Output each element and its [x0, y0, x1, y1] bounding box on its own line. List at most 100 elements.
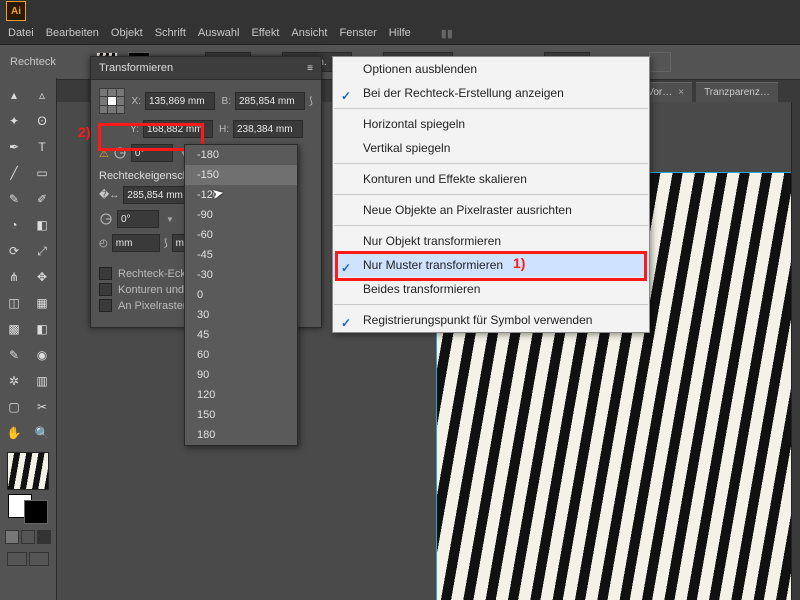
angle-option[interactable]: 30 — [185, 305, 297, 325]
corner-tl-icon: ◴ — [99, 238, 108, 249]
separator — [334, 163, 648, 164]
pen-tool[interactable]: ✒ — [1, 135, 27, 159]
angle-dropdown[interactable]: -180 -150 -120 -90 -60 -45 -30 0 30 45 6… — [184, 144, 298, 446]
angle-option[interactable]: 45 — [185, 325, 297, 345]
warning-icon: ⚠ — [99, 147, 109, 160]
angle-option[interactable]: -120 — [185, 185, 297, 205]
eyedropper-tool[interactable]: ✎ — [1, 343, 27, 367]
menu-file[interactable]: Datei — [8, 27, 34, 39]
angle-option[interactable]: 180 — [185, 425, 297, 445]
menu-effect[interactable]: Effekt — [251, 27, 279, 39]
color-mode-bar[interactable] — [4, 530, 52, 544]
screen-mode-bar[interactable] — [6, 552, 50, 566]
hand-tool[interactable]: ✋ — [1, 421, 27, 445]
ctx-item[interactable]: Bei der Rechteck-Erstellung anzeigen✓ — [333, 81, 649, 105]
rect-angle-field[interactable]: 0° — [117, 210, 159, 228]
type-tool[interactable]: T — [29, 135, 55, 159]
fill-preview[interactable] — [7, 452, 49, 490]
shape-builder-tool[interactable]: ◫ — [1, 291, 27, 315]
blend-tool[interactable]: ◉ — [29, 343, 55, 367]
menu-type[interactable]: Schrift — [155, 27, 186, 39]
rotate-tool[interactable]: ⟳ — [1, 239, 27, 263]
angle-option[interactable]: 60 — [185, 345, 297, 365]
w-field[interactable]: 285,854 mm — [235, 92, 305, 110]
y-field[interactable]: 168,882 mm — [143, 120, 213, 138]
shape-name: Rechteck — [10, 56, 56, 68]
link-icon[interactable]: ⟆ — [164, 238, 168, 249]
check-icon: ✓ — [341, 316, 351, 330]
selection-tool[interactable]: ▴ — [1, 83, 27, 107]
rectangle-tool[interactable]: ▭ — [29, 161, 55, 185]
menu-edit[interactable]: Bearbeiten — [46, 27, 99, 39]
artboard-tool[interactable]: ▢ — [1, 395, 27, 419]
angle-option[interactable]: -150 — [185, 165, 297, 185]
style-swatch[interactable] — [649, 52, 671, 72]
rect-width-icon: �↔ — [99, 190, 119, 201]
color-swap[interactable] — [8, 494, 48, 524]
menu-help[interactable]: Hilfe — [389, 27, 411, 39]
ctx-item[interactable]: Konturen und Effekte skalieren — [333, 167, 649, 191]
lasso-tool[interactable]: ʘ — [29, 109, 55, 133]
brush-tool[interactable]: ✎ — [1, 187, 27, 211]
menu-view[interactable]: Ansicht — [291, 27, 327, 39]
ctx-item[interactable]: Nur Objekt transformieren — [333, 229, 649, 253]
separator — [334, 108, 648, 109]
check-icon: ✓ — [341, 89, 351, 103]
chevron-down-icon[interactable]: ▼ — [166, 215, 174, 224]
pencil-tool[interactable]: ✐ — [29, 187, 55, 211]
ctx-item[interactable]: Beides transformieren — [333, 277, 649, 301]
blob-brush-tool[interactable]: ◔ — [1, 213, 27, 237]
menu-object[interactable]: Objekt — [111, 27, 143, 39]
close-icon[interactable]: × — [678, 87, 684, 98]
angle-option[interactable]: 0 — [185, 285, 297, 305]
angle-option[interactable]: 150 — [185, 405, 297, 425]
doc-tab[interactable]: Tranzparenz… — [696, 82, 778, 103]
angle-option[interactable]: 90 — [185, 365, 297, 385]
step-2-label: 2) — [78, 124, 90, 140]
link-icon[interactable]: ⟆ — [309, 96, 313, 107]
angle-option[interactable]: 120 — [185, 385, 297, 405]
eraser-tool[interactable]: ◧ — [29, 213, 55, 237]
ctx-item[interactable]: Optionen ausblenden — [333, 57, 649, 81]
right-panel-stub[interactable] — [791, 102, 800, 600]
rect-w-field[interactable]: 285,854 mm — [123, 186, 193, 204]
magic-wand-tool[interactable]: ✦ — [1, 109, 27, 133]
rotate-icon — [113, 146, 127, 160]
reference-point-grid[interactable] — [99, 88, 125, 114]
width-tool[interactable]: ⋔ — [1, 265, 27, 289]
zoom-tool[interactable]: 🔍 — [29, 421, 55, 445]
gradient-tool[interactable]: ◧ — [29, 317, 55, 341]
h-field[interactable]: 238,384 mm — [233, 120, 303, 138]
angle-option[interactable]: -180 — [185, 145, 297, 165]
symbol-sprayer-tool[interactable]: ✲ — [1, 369, 27, 393]
free-transform-tool[interactable]: ✥ — [29, 265, 55, 289]
angle-option[interactable]: -60 — [185, 225, 297, 245]
separator — [334, 304, 648, 305]
menubar: Datei Bearbeiten Objekt Schrift Auswahl … — [0, 22, 800, 45]
toolbox: ▴▵ ✦ʘ ✒T ╱▭ ✎✐ ◔◧ ⟳⤢ ⋔✥ ◫▦ ▩◧ ✎◉ ✲▥ ▢✂ ✋… — [0, 78, 57, 600]
x-field[interactable]: 135,869 mm — [145, 92, 215, 110]
scale-tool[interactable]: ⤢ — [29, 239, 55, 263]
slice-tool[interactable]: ✂ — [29, 395, 55, 419]
graph-tool[interactable]: ▥ — [29, 369, 55, 393]
angle-option[interactable]: -45 — [185, 245, 297, 265]
perspective-tool[interactable]: ▦ — [29, 291, 55, 315]
direct-selection-tool[interactable]: ▵ — [29, 83, 55, 107]
cursor-icon: ➤ — [211, 184, 226, 203]
panel-title: Transformieren — [99, 62, 173, 74]
panel-context-menu: Optionen ausblendenBei der Rechteck-Erst… — [332, 56, 650, 333]
ctx-item[interactable]: Registrierungspunkt für Symbol verwenden… — [333, 308, 649, 332]
rotate-field[interactable]: 0° — [131, 144, 173, 162]
angle-option[interactable]: -90 — [185, 205, 297, 225]
ctx-item[interactable]: Vertikal spiegeln — [333, 136, 649, 160]
menu-select[interactable]: Auswahl — [198, 27, 240, 39]
menu-window[interactable]: Fenster — [339, 27, 376, 39]
ctx-item[interactable]: Horizontal spiegeln — [333, 112, 649, 136]
panel-menu-icon[interactable]: ≡ — [307, 63, 313, 74]
mesh-tool[interactable]: ▩ — [1, 317, 27, 341]
ctx-item[interactable]: Neue Objekte an Pixelraster ausrichten — [333, 198, 649, 222]
angle-option[interactable]: -30 — [185, 265, 297, 285]
line-tool[interactable]: ╱ — [1, 161, 27, 185]
corner-a-field[interactable]: mm — [112, 234, 160, 252]
ctx-item[interactable]: Nur Muster transformieren✓ — [333, 253, 649, 277]
